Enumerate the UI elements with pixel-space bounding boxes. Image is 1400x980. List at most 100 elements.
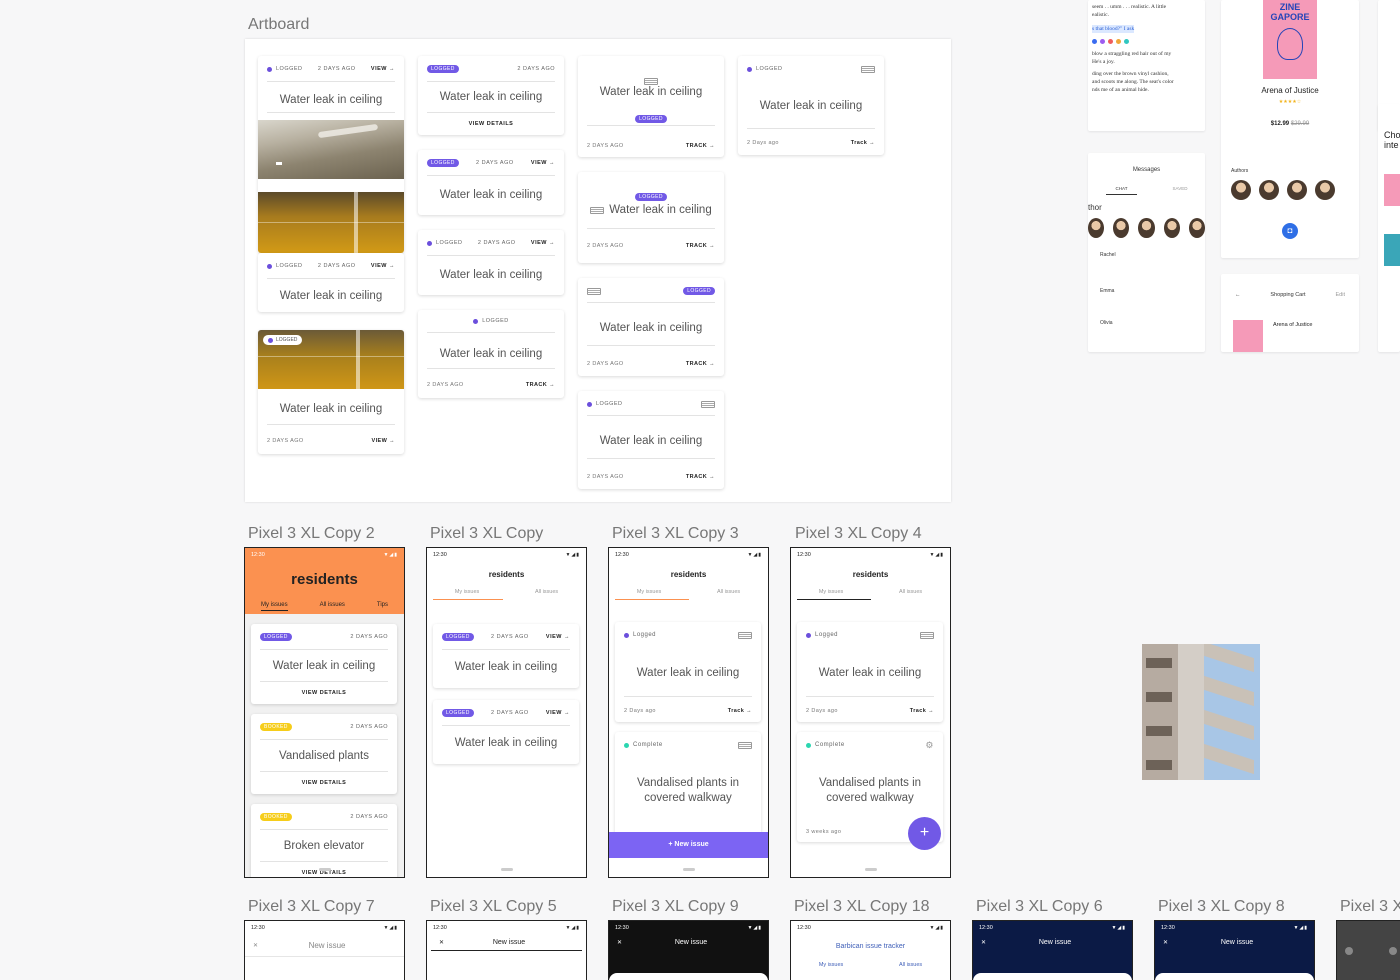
track-link[interactable]: TRACK →: [686, 243, 715, 249]
phone-frame[interactable]: 12:30 ▼◢▮ Barbican issue tracker My issue…: [790, 920, 951, 980]
track-link[interactable]: Track →: [910, 708, 934, 714]
issue-card-photo[interactable]: LOGGED 2 DAYS AGO VIEW → Water leak in cei…: [258, 56, 404, 253]
artboard-label[interactable]: Artboard: [248, 16, 309, 34]
phone-frame-dark[interactable]: 12:30 ▼◢▮ ✕ New issue: [608, 920, 769, 980]
issue-card[interactable]: Logged Water leak in ceiling 2 Days ago T…: [615, 622, 761, 722]
home-indicator[interactable]: [682, 868, 695, 871]
issue-card[interactable]: LOGGED 2 DAYS AGO VIEW → Water leak in cei…: [433, 624, 579, 688]
phone-frame[interactable]: 12:30 ▼◢▮ ✕ New issue: [426, 920, 587, 980]
tab-all-issues[interactable]: All issues: [717, 589, 740, 595]
tab-my-issues[interactable]: My issues: [637, 589, 661, 595]
messages-panel[interactable]: Messages CHAT SAVED thor Rachel Emma Oliv…: [1088, 153, 1205, 352]
tab-all-issues[interactable]: All issues: [320, 602, 345, 611]
avatar[interactable]: [1315, 180, 1335, 200]
issue-card[interactable]: LOGGED 2 DAYS AGO VIEW → Water leak in cei…: [418, 150, 564, 215]
artboard[interactable]: LOGGED 2 DAYS AGO VIEW → Water leak in cei…: [245, 39, 951, 502]
view-details-button[interactable]: VIEW DETAILS: [251, 780, 397, 786]
avatar[interactable]: [1259, 180, 1279, 200]
contact-name[interactable]: Olivia: [1100, 320, 1205, 326]
frame-label[interactable]: Pixel 3 XL Copy 9: [612, 898, 739, 916]
home-indicator[interactable]: [318, 868, 331, 871]
book-reader-panel[interactable]: seem . . umm . . . realistic. A little e…: [1088, 0, 1205, 131]
phone-frame[interactable]: 12:30 ▼◢▮ residents My issues All issues L…: [608, 547, 769, 878]
tab-my-issues[interactable]: My issues: [819, 962, 843, 968]
color-swatch[interactable]: [1124, 39, 1129, 44]
tab-chat[interactable]: CHAT: [1105, 186, 1138, 195]
track-link[interactable]: Track →: [851, 140, 875, 146]
contact-name[interactable]: Rachel: [1100, 252, 1205, 258]
track-link[interactable]: TRACK →: [526, 382, 555, 388]
color-swatch[interactable]: [1100, 39, 1105, 44]
track-link[interactable]: TRACK →: [686, 474, 715, 480]
avatar[interactable]: [1188, 218, 1205, 238]
tab-all-issues[interactable]: All issues: [899, 962, 922, 968]
frame-label[interactable]: Pixel 3 XL Copy 3: [612, 525, 739, 543]
frame-label[interactable]: Pixel 3 XL Copy 8: [1158, 898, 1285, 916]
phone-frame[interactable]: 12:30 ▼◢▮ ✕ New issue: [244, 920, 405, 980]
color-swatch[interactable]: [1092, 39, 1097, 44]
avatar[interactable]: [1287, 180, 1307, 200]
track-link[interactable]: Track →: [728, 708, 752, 714]
color-swatch[interactable]: [1108, 39, 1113, 44]
phone-frame-orange[interactable]: 12:30 ▼◢▮ residents My issues All issues …: [244, 547, 405, 878]
track-link[interactable]: TRACK →: [686, 361, 715, 367]
issue-card[interactable]: LOGGED 2 DAYS AGO VIEW → Water leak in cei…: [258, 253, 404, 312]
issue-card[interactable]: Water leak in ceiling LOGGED 2 DAYS AGO T…: [578, 56, 724, 157]
home-indicator[interactable]: [500, 868, 513, 871]
view-link[interactable]: VIEW →: [371, 66, 395, 72]
issue-card[interactable]: LOGGED 2 DAYS AGO Water leak in ceiling V…: [418, 56, 564, 135]
issue-card[interactable]: Logged Water leak in ceiling 2 Days ago T…: [797, 622, 943, 722]
avatar[interactable]: [1113, 218, 1130, 238]
view-link[interactable]: VIEW →: [531, 160, 555, 166]
issue-card[interactable]: LOGGED 2 DAYS AGO VIEW → Water leak in cei…: [418, 230, 564, 295]
partial-panel-2[interactable]: Cho inte: [1378, 104, 1400, 352]
add-issue-fab[interactable]: +: [908, 817, 941, 850]
frame-label[interactable]: Pixel 3 XL Copy 6: [976, 898, 1103, 916]
home-indicator[interactable]: [864, 868, 877, 871]
shopping-cart-panel[interactable]: ← Shopping Cart Edit Arena of Justice: [1221, 274, 1359, 352]
phone-frame-gray[interactable]: [1336, 920, 1400, 980]
view-link[interactable]: VIEW →: [371, 263, 395, 269]
phone-frame-navy[interactable]: 12:30 ▼◢▮ ✕ New issue: [972, 920, 1133, 980]
frame-label[interactable]: Pixel 3 XL Copy: [430, 525, 543, 543]
issue-card[interactable]: BOOKED 2 DAYS AGO Vandalised plants VIEW …: [251, 714, 397, 794]
frame-label[interactable]: Pixel 3 XL Copy 5: [430, 898, 557, 916]
view-details-button[interactable]: VIEW DETAILS: [251, 690, 397, 696]
tab-my-issues[interactable]: My issues: [260, 602, 288, 611]
issue-card[interactable]: LOGGED Water leak in ceiling 2 Days ago T…: [738, 56, 884, 155]
tab-my-issues[interactable]: My issues: [455, 589, 479, 595]
issue-card[interactable]: LOGGED Water leak in ceiling 2 DAYS AGO T…: [578, 172, 724, 263]
building-photo[interactable]: [1142, 644, 1260, 780]
avatar[interactable]: [1163, 218, 1180, 238]
highlighted-quote[interactable]: s that blood?" I ask: [1092, 25, 1135, 33]
issue-card-photo-overlay[interactable]: LOGGED Water leak in ceiling 2 DAYS AGO V…: [258, 330, 404, 454]
avatar[interactable]: [1138, 218, 1155, 238]
issue-card[interactable]: LOGGED 2 DAYS AGO VIEW → Water leak in cei…: [433, 700, 579, 764]
view-link[interactable]: VIEW →: [546, 634, 570, 640]
frame-label[interactable]: Pixel 3 X: [1340, 898, 1400, 916]
issue-card[interactable]: LOGGED Water leak in ceiling 2 DAYS AGO T…: [418, 310, 564, 398]
issue-card[interactable]: LOGGED 2 DAYS AGO Water leak in ceiling V…: [251, 624, 397, 704]
highlight-color-picker[interactable]: [1092, 39, 1201, 44]
contact-name[interactable]: Emma: [1100, 288, 1205, 294]
view-link[interactable]: VIEW →: [531, 240, 555, 246]
tab-tips[interactable]: Tips: [377, 602, 388, 611]
book-detail-panel[interactable]: ZINE GAPORE Arena of Justice ★★★★☆ $12.99…: [1221, 0, 1359, 258]
issue-card[interactable]: LOGGED Water leak in ceiling 2 DAYS AGO T…: [578, 278, 724, 376]
tab-saved[interactable]: SAVED: [1173, 186, 1188, 195]
track-link[interactable]: TRACK →: [686, 143, 715, 149]
phone-frame-navy[interactable]: 12:30 ▼◢▮ ✕ New issue: [1154, 920, 1315, 980]
view-details-button[interactable]: VIEW DETAILS: [418, 121, 564, 127]
issue-card[interactable]: LOGGED Water leak in ceiling 2 DAYS AGO T…: [578, 391, 724, 489]
cart-button[interactable]: ◘: [1282, 223, 1298, 239]
settings-icon[interactable]: [1345, 947, 1353, 955]
back-arrow-icon[interactable]: ←: [1235, 292, 1241, 298]
issue-card[interactable]: BOOKED 2 DAYS AGO Broken elevator VIEW DE…: [251, 804, 397, 877]
view-link[interactable]: VIEW →: [546, 710, 570, 716]
tab-all-issues[interactable]: All issues: [899, 589, 922, 595]
tab-my-issues[interactable]: My issues: [819, 589, 843, 595]
frame-label[interactable]: Pixel 3 XL Copy 7: [248, 898, 375, 916]
frame-label[interactable]: Pixel 3 XL Copy 18: [794, 898, 929, 916]
issue-card[interactable]: Complete Vandalised plants in covered wal…: [615, 732, 761, 842]
frame-label[interactable]: Pixel 3 XL Copy 4: [795, 525, 922, 543]
